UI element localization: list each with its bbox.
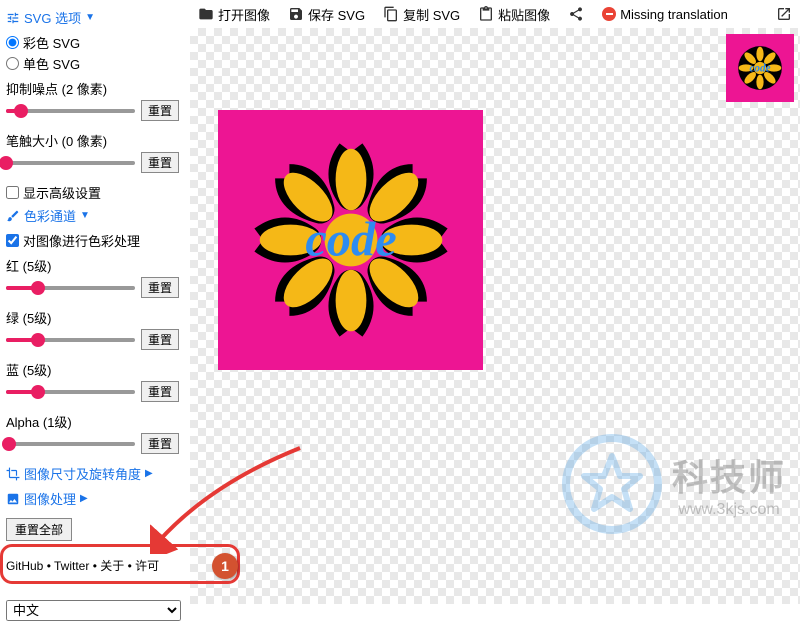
open-image-label: 打开图像: [218, 5, 270, 24]
red-reset-button[interactable]: 重置: [141, 277, 179, 298]
missing-translation-button[interactable]: Missing translation: [602, 7, 728, 22]
tune-icon: [6, 11, 20, 25]
noise-reset-button[interactable]: 重置: [141, 100, 179, 121]
posterize-checkbox[interactable]: 对图像进行色彩处理: [6, 231, 179, 250]
green-slider[interactable]: [6, 338, 135, 342]
reset-all-button[interactable]: 重置全部: [6, 518, 72, 541]
license-link[interactable]: 许可: [135, 559, 159, 573]
toolbar: 打开图像 保存 SVG 复制 SVG 粘贴图像 Missing translat…: [190, 0, 800, 28]
svg-options-label: SVG 选项: [24, 8, 81, 27]
export-button[interactable]: [776, 6, 792, 22]
posterize-input[interactable]: [6, 234, 19, 247]
image-icon: [6, 492, 20, 506]
folder-icon: [198, 6, 214, 22]
stroke-slider[interactable]: [6, 161, 135, 165]
paste-image-button[interactable]: 粘贴图像: [478, 5, 550, 24]
blue-reset-button[interactable]: 重置: [141, 381, 179, 402]
mono-svg-radio-input[interactable]: [6, 57, 19, 70]
watermark: 科技师 www.3kjs.com: [562, 434, 786, 534]
blue-label: 蓝 (5级): [6, 360, 179, 379]
crop-icon: [6, 467, 20, 481]
thumbnail-preview[interactable]: code: [726, 34, 794, 102]
sidebar: SVG 选项 ▼ 彩色 SVG 单色 SVG 抑制噪点 (2 像素) 重置 笔触…: [0, 0, 185, 604]
color-svg-label: 彩色 SVG: [23, 33, 80, 52]
save-svg-label: 保存 SVG: [308, 5, 365, 24]
missing-translation-label: Missing translation: [620, 7, 728, 22]
alpha-slider[interactable]: [6, 442, 135, 446]
blue-slider-block: 蓝 (5级) 重置: [6, 360, 179, 402]
color-channel-header[interactable]: 色彩通道 ▼: [6, 206, 179, 225]
red-label: 红 (5级): [6, 256, 179, 275]
svg-text:code: code: [305, 213, 396, 266]
noise-slider[interactable]: [6, 109, 135, 113]
canvas-area: code code 科技师 www.3kjs.com: [190, 28, 800, 604]
alpha-slider-block: Alpha (1级) 重置: [6, 412, 179, 454]
alpha-label: Alpha (1级): [6, 412, 179, 431]
svg-options-header[interactable]: SVG 选项 ▼: [6, 8, 179, 27]
chevron-right-icon: ▶: [80, 493, 88, 504]
stroke-slider-block: 笔触大小 (0 像素) 重置: [6, 131, 179, 173]
blue-slider[interactable]: [6, 390, 135, 394]
main-preview[interactable]: code: [218, 110, 483, 370]
github-link[interactable]: GitHub: [6, 559, 43, 573]
show-advanced-label: 显示高级设置: [23, 183, 101, 202]
size-rotate-header[interactable]: 图像尺寸及旋转角度 ▶: [6, 464, 179, 483]
color-svg-radio[interactable]: 彩色 SVG: [6, 33, 179, 52]
copy-svg-button[interactable]: 复制 SVG: [383, 5, 460, 24]
stroke-reset-button[interactable]: 重置: [141, 152, 179, 173]
posterize-label: 对图像进行色彩处理: [23, 231, 140, 250]
share-button[interactable]: [568, 6, 584, 22]
color-channel-label: 色彩通道: [24, 206, 76, 225]
noise-label: 抑制噪点 (2 像素): [6, 79, 179, 98]
twitter-link[interactable]: Twitter: [54, 559, 89, 573]
code-logo: code: [241, 130, 461, 350]
green-reset-button[interactable]: 重置: [141, 329, 179, 350]
about-link[interactable]: 关于: [100, 559, 124, 573]
watermark-title: 科技师: [672, 449, 786, 501]
chevron-down-icon: ▼: [85, 12, 95, 23]
open-image-button[interactable]: 打开图像: [198, 5, 270, 24]
red-slider-block: 红 (5级) 重置: [6, 256, 179, 298]
save-svg-button[interactable]: 保存 SVG: [288, 5, 365, 24]
image-process-header[interactable]: 图像处理 ▶: [6, 489, 179, 508]
language-select[interactable]: 中文: [6, 600, 181, 621]
paste-image-label: 粘贴图像: [498, 5, 550, 24]
brush-icon: [6, 209, 20, 223]
save-icon: [288, 6, 304, 22]
size-rotate-label: 图像尺寸及旋转角度: [24, 464, 141, 483]
export-icon: [776, 6, 792, 22]
svg-text:code: code: [749, 63, 770, 75]
alpha-reset-button[interactable]: 重置: [141, 433, 179, 454]
copy-icon: [383, 6, 399, 22]
chevron-down-icon: ▼: [80, 210, 90, 221]
watermark-url: www.3kjs.com: [672, 501, 786, 519]
chevron-right-icon: ▶: [145, 468, 153, 479]
green-label: 绿 (5级): [6, 308, 179, 327]
show-advanced-checkbox[interactable]: 显示高级设置: [6, 183, 179, 202]
paste-icon: [478, 6, 494, 22]
stroke-label: 笔触大小 (0 像素): [6, 131, 179, 150]
noise-slider-block: 抑制噪点 (2 像素) 重置: [6, 79, 179, 121]
stop-icon: [602, 7, 616, 21]
watermark-star-icon: [562, 434, 662, 534]
share-icon: [568, 6, 584, 22]
code-logo-thumb: code: [732, 40, 788, 96]
red-slider[interactable]: [6, 286, 135, 290]
mono-svg-radio[interactable]: 单色 SVG: [6, 54, 179, 73]
mono-svg-label: 单色 SVG: [23, 54, 80, 73]
image-process-label: 图像处理: [24, 489, 76, 508]
show-advanced-input[interactable]: [6, 186, 19, 199]
color-svg-radio-input[interactable]: [6, 36, 19, 49]
green-slider-block: 绿 (5级) 重置: [6, 308, 179, 350]
copy-svg-label: 复制 SVG: [403, 5, 460, 24]
footer-links: GitHub • Twitter • 关于 • 许可: [6, 557, 179, 574]
